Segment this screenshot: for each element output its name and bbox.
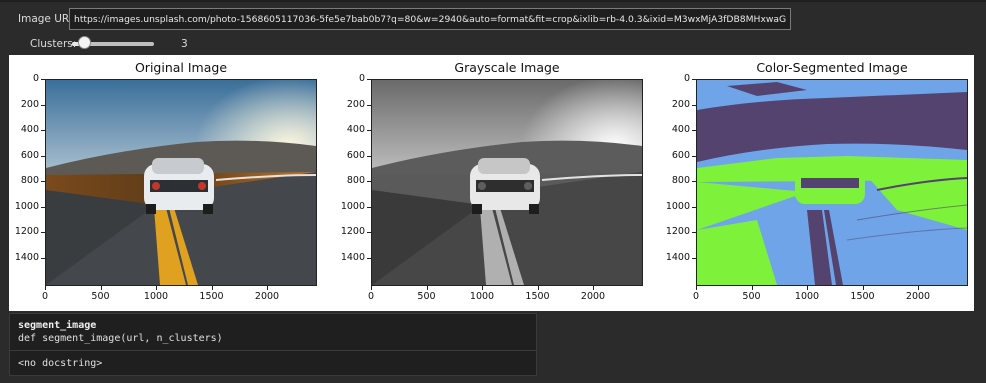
docstring-text: <no docstring> <box>18 358 103 369</box>
x-tick-mark <box>696 286 697 290</box>
x-tick-label: 1000 <box>143 291 169 302</box>
y-tick-mark <box>692 181 696 182</box>
y-tick-mark <box>41 206 45 208</box>
x-tick-label: 1000 <box>794 291 820 302</box>
x-tick-label: 1000 <box>469 291 495 302</box>
x-tick-mark <box>371 286 372 290</box>
clusters-slider-thumb[interactable] <box>78 36 92 49</box>
y-tick-label: 600 <box>671 149 690 161</box>
y-tick-label: 800 <box>671 175 690 186</box>
x-tick-label: 2000 <box>254 291 280 302</box>
x-tick-mark <box>807 286 808 290</box>
y-tick-mark <box>41 155 45 157</box>
segmented-image-plot <box>696 79 968 286</box>
x-tick-label: 0 <box>692 291 700 302</box>
y-tick-mark <box>367 104 371 106</box>
x-tick-mark <box>482 286 483 290</box>
grayscale-photo <box>372 80 642 285</box>
plot-title-segmented: Color-Segmented Image <box>756 60 908 75</box>
x-tick-mark <box>918 286 919 290</box>
x-tick-label: 1500 <box>525 291 550 302</box>
y-tick-label: 0 <box>358 73 365 84</box>
output-figure: Original Image Grayscale Image Color-Seg… <box>9 55 974 311</box>
y-tick-mark <box>367 181 371 182</box>
y-tick-mark <box>41 104 45 106</box>
y-tick-mark <box>692 104 696 106</box>
y-tick-mark <box>367 79 371 80</box>
y-tick-label: 600 <box>20 149 39 161</box>
x-tick-label: 2000 <box>905 291 931 302</box>
y-tick-label: 200 <box>671 98 690 110</box>
x-tick-mark <box>45 286 46 290</box>
original-image-plot <box>45 79 317 286</box>
y-tick-mark <box>692 155 696 157</box>
doc-separator <box>10 350 536 351</box>
x-tick-mark <box>862 286 864 290</box>
x-tick-mark <box>267 286 268 290</box>
y-tick-label: 1200 <box>14 226 39 237</box>
plot-title-original: Original Image <box>134 60 228 75</box>
grayscale-image-plot <box>371 79 643 286</box>
x-tick-label: 2000 <box>580 291 606 302</box>
y-tick-mark <box>367 206 371 208</box>
y-tick-label: 1400 <box>665 251 690 263</box>
x-tick-label: 0 <box>41 291 49 302</box>
y-tick-label: 1200 <box>665 226 690 237</box>
y-tick-mark <box>692 130 696 131</box>
y-tick-label: 0 <box>32 73 39 84</box>
y-tick-label: 600 <box>346 149 365 161</box>
y-tick-label: 1400 <box>340 251 365 263</box>
y-tick-label: 400 <box>20 124 39 135</box>
y-tick-mark <box>367 257 371 259</box>
y-tick-mark <box>367 155 371 157</box>
y-tick-label: 1200 <box>340 226 365 237</box>
x-tick-mark <box>426 286 428 290</box>
x-tick-label: 500 <box>91 291 110 302</box>
function-name: segment_image <box>18 320 97 331</box>
plot-title-grayscale: Grayscale Image <box>454 60 560 75</box>
segmented-photo <box>697 80 967 285</box>
x-tick-label: 500 <box>417 291 436 302</box>
x-tick-label: 1500 <box>199 291 224 302</box>
x-tick-label: 500 <box>742 291 761 302</box>
y-tick-label: 1000 <box>340 200 365 212</box>
y-tick-label: 200 <box>346 98 365 110</box>
x-tick-label: 1500 <box>850 291 875 302</box>
y-tick-mark <box>692 79 696 80</box>
x-tick-mark <box>100 286 102 290</box>
y-tick-mark <box>692 232 696 233</box>
y-tick-mark <box>41 181 45 182</box>
y-tick-label: 1000 <box>14 200 39 212</box>
y-tick-label: 200 <box>20 98 39 110</box>
y-tick-label: 400 <box>671 124 690 135</box>
x-tick-mark <box>593 286 594 290</box>
x-tick-mark <box>537 286 539 290</box>
image-url-input[interactable] <box>69 8 791 30</box>
y-tick-label: 800 <box>20 175 39 186</box>
y-tick-mark <box>367 130 371 131</box>
original-photo <box>46 80 316 285</box>
y-tick-mark <box>41 232 45 233</box>
y-tick-mark <box>41 79 45 80</box>
y-tick-mark <box>692 206 696 208</box>
docstring-panel: segment_image def segment_image(url, n_c… <box>9 313 537 376</box>
clusters-value: 3 <box>181 38 188 50</box>
y-tick-label: 1000 <box>665 200 690 212</box>
y-tick-mark <box>41 257 45 259</box>
y-tick-label: 0 <box>683 73 690 84</box>
y-tick-mark <box>692 257 696 259</box>
x-tick-mark <box>156 286 157 290</box>
clusters-label: Clusters: <box>30 38 77 50</box>
x-tick-label: 0 <box>367 291 375 302</box>
function-signature: def segment_image(url, n_clusters) <box>18 333 223 344</box>
y-tick-mark <box>41 130 45 131</box>
x-tick-mark <box>211 286 213 290</box>
y-tick-label: 1400 <box>14 251 39 263</box>
x-tick-mark <box>751 286 753 290</box>
window-top-border <box>0 0 986 2</box>
y-tick-label: 800 <box>346 175 365 186</box>
y-tick-label: 400 <box>346 124 365 135</box>
y-tick-mark <box>367 232 371 233</box>
